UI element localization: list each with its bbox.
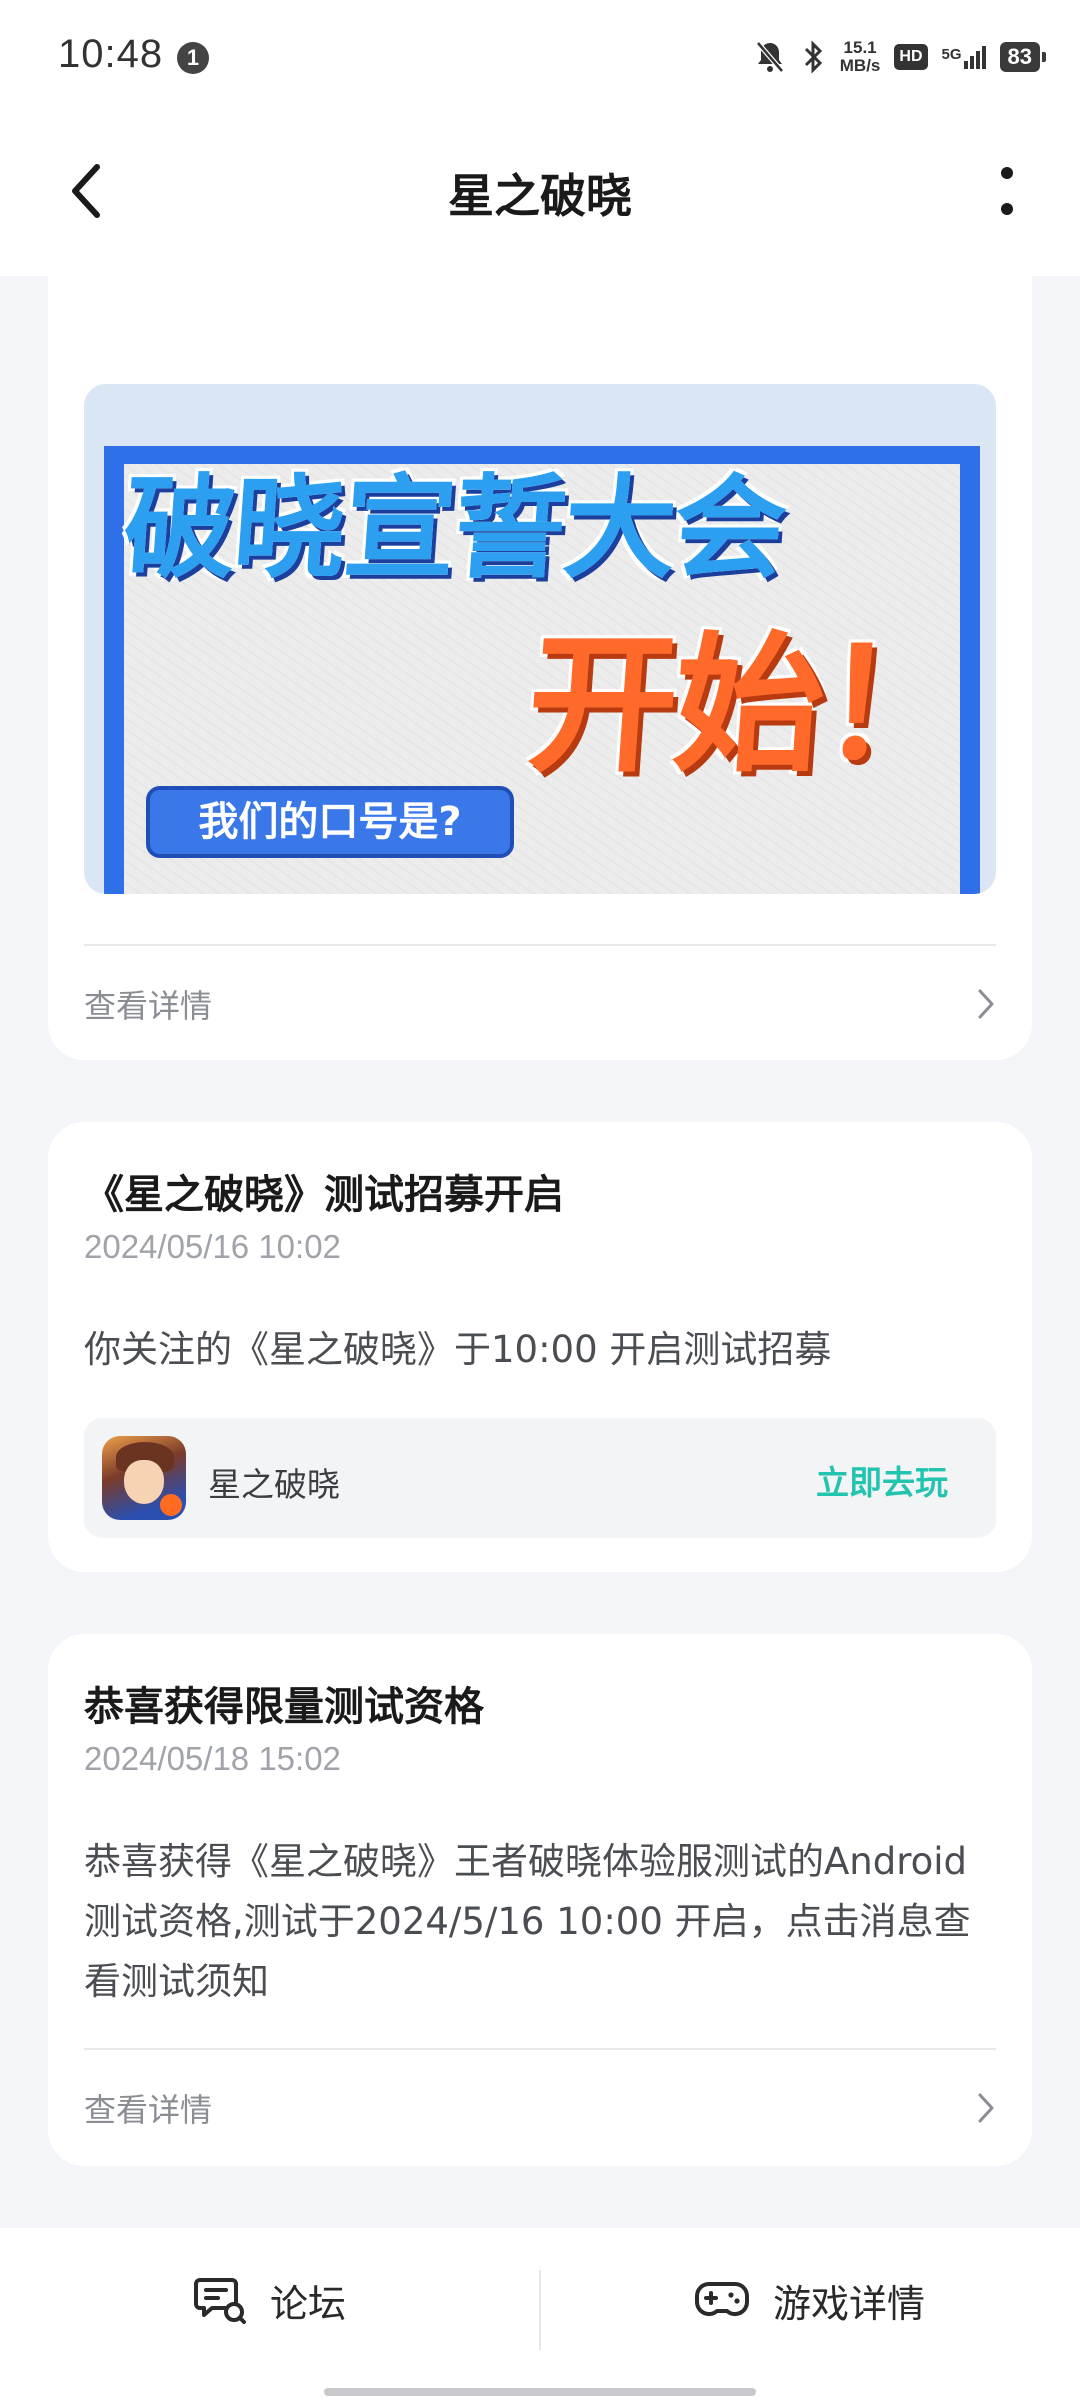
- bluetooth-icon: [804, 40, 822, 74]
- forum-chat-icon: [193, 2278, 246, 2324]
- forum-button[interactable]: 论坛: [0, 2214, 540, 2386]
- more-vertical-icon: [1001, 167, 1013, 215]
- view-details-label: 查看详情: [84, 987, 213, 1025]
- game-name: 星之破晓: [208, 1465, 340, 1504]
- card-body: 恭喜获得《星之破晓》王者破晓体验服测试的Android测试资格,测试于2024/…: [84, 1840, 971, 2003]
- view-details-link[interactable]: 查看详情: [84, 974, 996, 1034]
- banner-headline-start: 开始！: [521, 619, 973, 793]
- game-details-button[interactable]: 游戏详情: [540, 2214, 1080, 2386]
- banner-slogan: 我们的口号是?: [146, 786, 514, 858]
- signal-icon: 5G: [942, 45, 986, 69]
- game-entry[interactable]: 星之破晓 立即去玩: [84, 1418, 996, 1538]
- play-now-button[interactable]: 立即去玩: [816, 1456, 948, 1504]
- notification-badge: 1: [177, 42, 209, 74]
- card-title: 《星之破晓》测试招募开启: [84, 1172, 564, 1218]
- divider: [84, 944, 996, 946]
- net-speed: 15.1 MB/s: [839, 38, 881, 75]
- view-details-link[interactable]: 查看详情: [84, 2078, 996, 2138]
- card-body: 你关注的《星之破晓》于10:00 开启测试招募: [84, 1328, 832, 1371]
- status-bar: 10:48 1 15.1 MB/s HD 5G 83: [0, 0, 1080, 112]
- chevron-right-icon: [978, 2093, 994, 2123]
- bottom-action-bar: 论坛 游戏详情: [0, 2228, 1080, 2400]
- page-title: 星之破晓: [448, 169, 632, 223]
- recruitment-card[interactable]: 《星之破晓》测试招募开启 2024/05/16 10:02 你关注的《星之破晓》…: [48, 1122, 1032, 1572]
- battery-icon: 83: [999, 42, 1047, 72]
- gamepad-icon: [694, 2282, 749, 2317]
- status-icons: 15.1 MB/s HD 5G 83: [754, 36, 1047, 78]
- home-indicator[interactable]: [324, 2388, 756, 2396]
- event-banner-image[interactable]: 破晓宣誓大会 开始！ 我们的口号是?: [84, 384, 996, 894]
- forum-label: 论坛: [269, 2281, 346, 2326]
- status-time: 10:48: [58, 32, 164, 76]
- view-details-label: 查看详情: [84, 2091, 213, 2129]
- hd-badge: HD: [894, 44, 928, 70]
- card-title: 恭喜获得限量测试资格: [84, 1684, 484, 1730]
- card-date: 2024/05/16 10:02: [84, 1228, 341, 1265]
- banner-headline: 破晓宣誓大会: [119, 464, 789, 594]
- divider: [84, 2048, 996, 2050]
- card-date: 2024/05/18 15:02: [84, 1740, 341, 1777]
- mute-icon: [755, 41, 784, 73]
- qualification-card[interactable]: 恭喜获得限量测试资格 2024/05/18 15:02 恭喜获得《星之破晓》王者…: [48, 1634, 1032, 2166]
- game-details-label: 游戏详情: [772, 2281, 925, 2326]
- game-app-icon: [102, 1436, 186, 1520]
- more-options-button[interactable]: [972, 156, 1042, 226]
- event-card[interactable]: 破晓宣誓大会 开始！ 我们的口号是? 查看详情: [48, 250, 1032, 1060]
- chevron-right-icon: [978, 989, 994, 1019]
